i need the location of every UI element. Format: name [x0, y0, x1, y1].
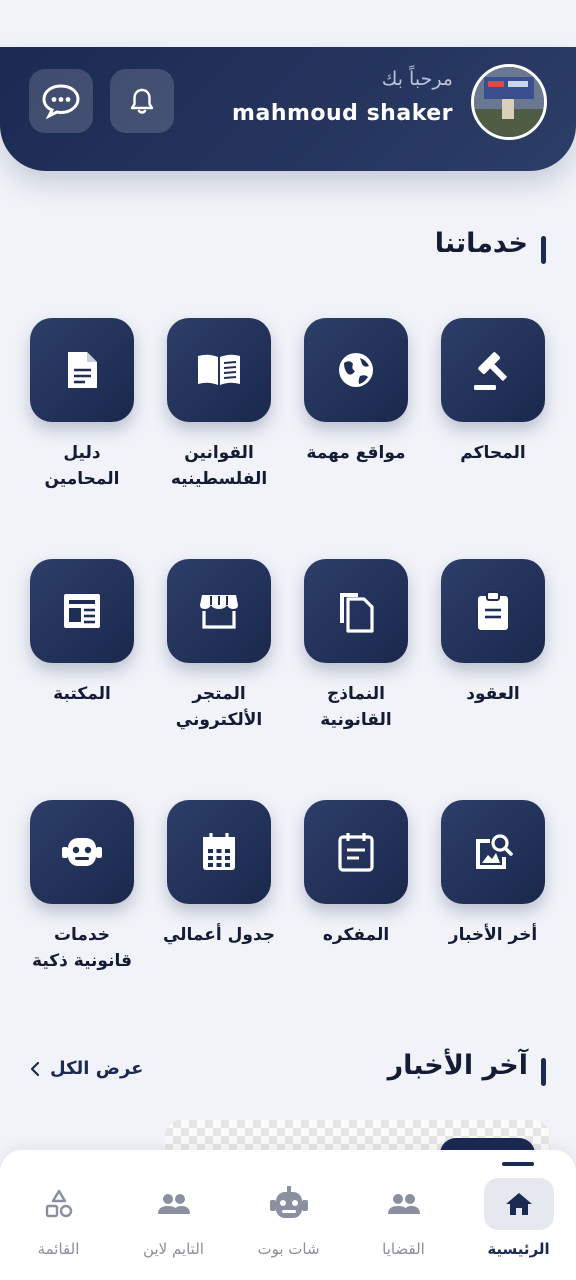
globe-icon — [339, 353, 373, 387]
service-tile — [167, 800, 271, 904]
avatar[interactable] — [471, 64, 547, 140]
service-label: دليل المحامين — [44, 443, 120, 489]
nav-menu[interactable]: القائمة — [1, 1150, 116, 1280]
service-tile — [304, 800, 408, 904]
people-icon — [387, 1194, 420, 1214]
service-label: المتجر الألكتروني — [175, 684, 263, 730]
service-latest-news[interactable]: أخر الأخبار — [433, 800, 553, 948]
service-tile — [441, 559, 545, 663]
nav-icon-wrap — [24, 1178, 94, 1230]
chevron-left-icon — [30, 1061, 40, 1076]
notes-icon — [338, 833, 374, 872]
service-palestinian-laws[interactable]: القوانين الفلسطينيه — [159, 318, 279, 492]
greeting-text: مرحباً بك — [381, 68, 453, 90]
service-tile — [167, 559, 271, 663]
nav-icon-wrap — [139, 1178, 209, 1230]
newspaper-icon — [64, 594, 100, 628]
service-label: جدول أعمالي — [162, 925, 276, 945]
nav-label: القائمة — [37, 1240, 80, 1258]
service-online-store[interactable]: المتجر الألكتروني — [159, 559, 279, 733]
home-icon — [505, 1193, 532, 1215]
service-contracts[interactable]: العقود — [433, 559, 553, 707]
service-tile — [304, 559, 408, 663]
service-my-schedule[interactable]: جدول أعمالي — [159, 800, 279, 948]
nav-icon-wrap — [254, 1178, 324, 1230]
store-icon — [200, 595, 238, 629]
service-tile — [30, 559, 134, 663]
service-label: العقود — [466, 684, 520, 704]
nav-icon-wrap — [369, 1178, 439, 1230]
bottom-navigation: الرئيسية القضايا شات بوت التايم لاين الق… — [0, 1150, 576, 1280]
nav-label: الرئيسية — [487, 1240, 550, 1258]
bell-icon — [130, 88, 154, 114]
nav-cases[interactable]: القضايا — [346, 1150, 461, 1280]
copy-files-icon — [340, 593, 374, 633]
service-tile — [441, 800, 545, 904]
clipboard-icon — [478, 591, 508, 630]
document-icon — [68, 352, 97, 388]
service-tile — [167, 318, 271, 422]
service-legal-forms[interactable]: النماذج القانونية — [296, 559, 416, 733]
gavel-icon — [474, 352, 508, 390]
service-notebook[interactable]: المفكره — [296, 800, 416, 948]
service-label: خدمات قانونية ذكية — [32, 925, 132, 971]
service-label: النماذج القانونية — [320, 684, 392, 730]
robot-icon — [269, 1186, 308, 1218]
nav-timeline[interactable]: التايم لاين — [116, 1150, 231, 1280]
service-label: المحاكم — [460, 443, 526, 463]
service-label: المفكره — [322, 925, 390, 945]
calendar-icon — [203, 833, 235, 870]
chat-bubble-icon — [42, 84, 80, 119]
shapes-icon — [45, 1189, 72, 1218]
service-label: مواقع مهمة — [306, 443, 406, 463]
view-all-link[interactable]: عرض الكل — [30, 1058, 143, 1079]
notifications-button[interactable] — [110, 69, 174, 133]
service-tile — [441, 318, 545, 422]
book-icon — [198, 354, 240, 385]
nav-label: شات بوت — [257, 1240, 320, 1258]
service-lawyers-guide[interactable]: دليل المحامين — [22, 318, 142, 492]
nav-label: التايم لاين — [143, 1240, 204, 1258]
header-bar: مرحباً بك mahmoud shaker — [0, 47, 576, 171]
service-courts[interactable]: المحاكم — [433, 318, 553, 466]
service-smart-legal[interactable]: خدمات قانونية ذكية — [22, 800, 142, 974]
avatar-photo — [474, 67, 544, 137]
service-tile — [30, 800, 134, 904]
service-tile — [304, 318, 408, 422]
nav-label: القضايا — [382, 1240, 425, 1258]
nav-chatbot[interactable]: شات بوت — [231, 1150, 346, 1280]
nav-icon-wrap — [483, 1178, 554, 1230]
service-label: المكتبة — [53, 684, 111, 704]
service-important-sites[interactable]: مواقع مهمة — [296, 318, 416, 466]
image-search-icon — [476, 834, 513, 869]
service-label: القوانين الفلسطينيه — [170, 443, 268, 489]
robot-icon — [62, 838, 102, 866]
nav-home[interactable]: الرئيسية — [461, 1150, 576, 1280]
username: mahmoud shaker — [232, 101, 453, 126]
view-all-label: عرض الكل — [50, 1058, 144, 1079]
service-tile — [30, 318, 134, 422]
services-title: خدماتنا — [435, 228, 547, 264]
news-title: آخر الأخبار — [388, 1050, 547, 1086]
service-label: أخر الأخبار — [448, 925, 538, 945]
chat-button[interactable] — [29, 69, 93, 133]
people-icon — [157, 1194, 190, 1214]
service-library[interactable]: المكتبة — [22, 559, 142, 707]
